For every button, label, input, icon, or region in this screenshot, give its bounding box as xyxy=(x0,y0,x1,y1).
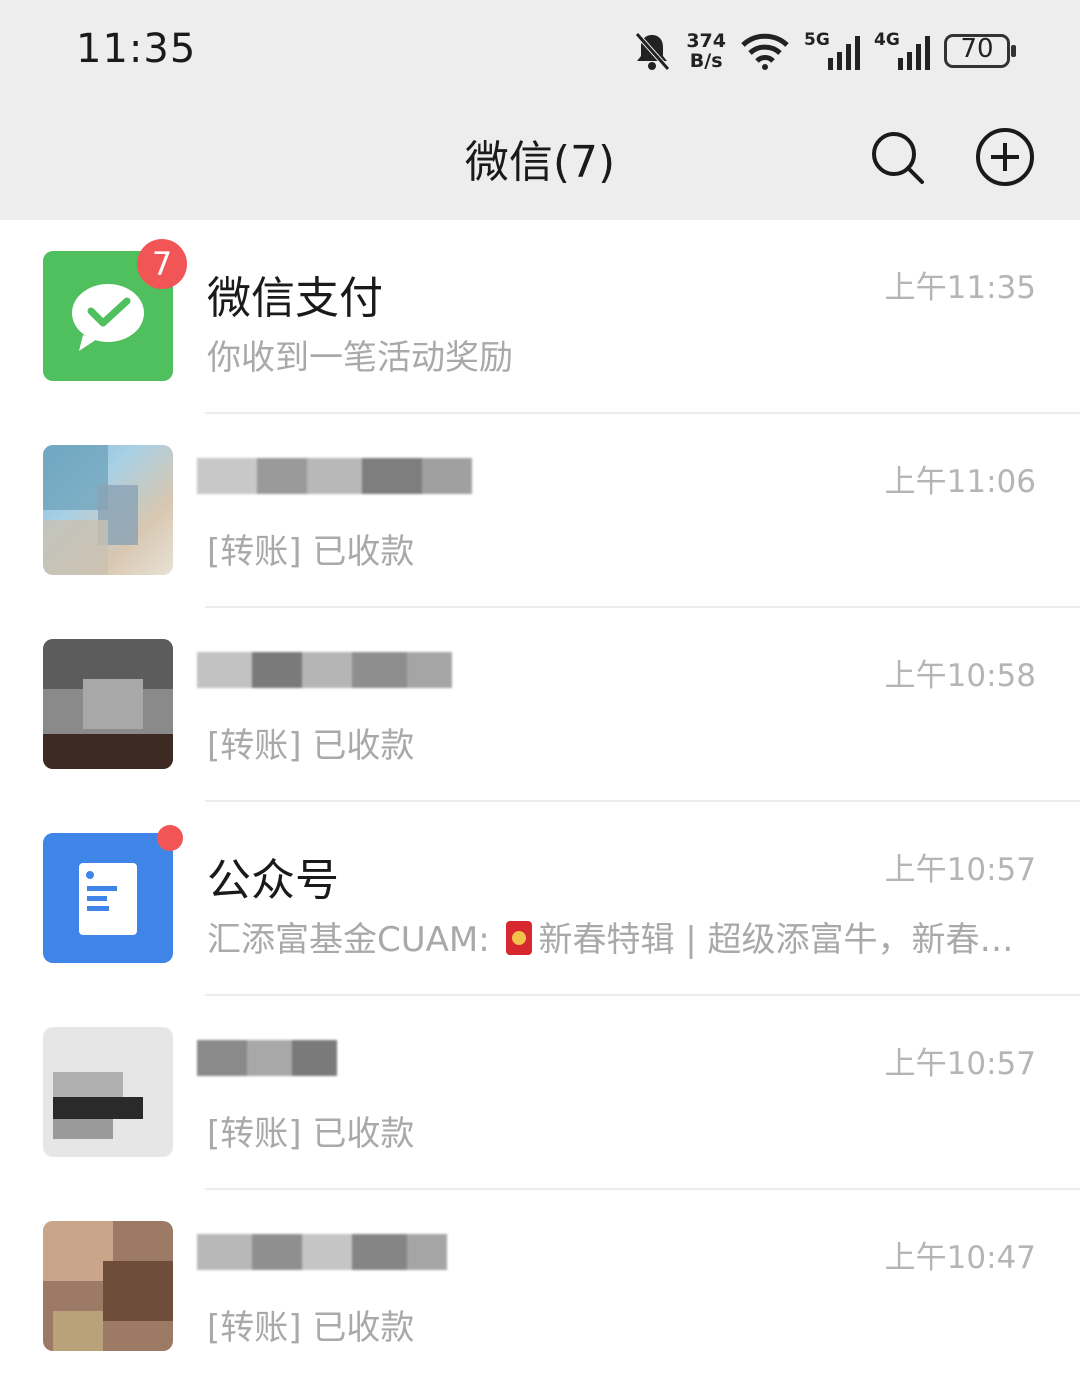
chat-name-redacted xyxy=(197,652,452,716)
chat-last-message: [转账] 已收款 xyxy=(207,726,415,766)
avatar xyxy=(43,639,173,769)
chat-time: 上午10:57 xyxy=(884,852,1036,888)
chat-name: 微信支付 xyxy=(207,273,383,324)
chat-last-message: [转账] 已收款 xyxy=(207,1308,415,1348)
chat-last-message: 你收到一笔活动奖励 xyxy=(207,338,513,378)
unread-count-badge: 7 xyxy=(137,239,187,289)
chat-time: 上午10:47 xyxy=(884,1240,1036,1276)
network-speed-value: 374 xyxy=(686,30,726,52)
chat-time: 上午11:35 xyxy=(884,270,1036,306)
chat-item-official-accounts[interactable]: 公众号 汇添富基金CUAM: 新春特辑 | 超级添富牛，新春… 上午10:57 xyxy=(0,802,1080,996)
official-accounts-avatar xyxy=(43,825,183,963)
chat-name: 公众号 xyxy=(207,855,339,906)
unread-dot-badge xyxy=(157,825,183,851)
header-bar: 微信(7) xyxy=(0,100,1080,220)
chat-time: 上午10:57 xyxy=(884,1046,1036,1082)
wechat-pay-avatar: 7 xyxy=(43,239,187,381)
red-packet-icon xyxy=(506,921,533,955)
chat-item[interactable]: [转账] 已收款 上午10:57 xyxy=(0,996,1080,1190)
network-speed-unit: B/s xyxy=(689,50,723,72)
chat-item[interactable]: [转账] 已收款 上午10:58 xyxy=(0,608,1080,802)
signal-4g-label: 4G xyxy=(874,30,900,50)
status-icons: 374 B/s 5G 4G 70 xyxy=(632,28,1016,74)
chat-last-message: 汇添富基金CUAM: 新春特辑 | 超级添富牛，新春… xyxy=(207,912,1017,961)
document-icon xyxy=(79,863,137,935)
search-icon[interactable] xyxy=(868,128,928,188)
signal-5g-label: 5G xyxy=(804,30,830,50)
avatar xyxy=(43,1221,173,1351)
chat-item[interactable]: [转账] 已收款 上午10:47 xyxy=(0,1190,1080,1384)
battery-level: 70 xyxy=(960,34,994,64)
message-text: 新春特辑 | 超级添富牛，新春… xyxy=(538,920,1014,960)
message-sender: 汇添富基金CUAM: xyxy=(207,920,501,960)
chat-time: 上午10:58 xyxy=(884,658,1036,694)
avatar xyxy=(43,1027,173,1157)
chat-last-message: [转账] 已收款 xyxy=(207,1114,415,1154)
signal-5g-icon: 5G xyxy=(804,30,860,72)
network-speed: 374 B/s xyxy=(686,31,726,71)
plus-circle-icon[interactable] xyxy=(974,126,1036,188)
chat-last-message: [转账] 已收款 xyxy=(207,532,415,572)
chat-item-wechat-pay[interactable]: 7 微信支付 你收到一笔活动奖励 上午11:35 xyxy=(0,220,1080,414)
chat-name-redacted xyxy=(197,1234,447,1298)
wifi-icon xyxy=(741,33,789,70)
status-bar: 11:35 374 B/s 5G 4G 70 xyxy=(0,0,1080,100)
chat-time: 上午11:06 xyxy=(884,464,1036,500)
chat-name-redacted xyxy=(197,458,472,522)
signal-4g-icon: 4G xyxy=(874,30,930,72)
status-time: 11:35 xyxy=(76,26,197,72)
chat-item[interactable]: [转账] 已收款 上午11:06 xyxy=(0,414,1080,608)
bell-muted-icon xyxy=(635,32,671,71)
battery-icon: 70 xyxy=(944,34,1016,68)
chat-name-redacted xyxy=(197,1040,337,1104)
avatar xyxy=(43,445,173,575)
chat-list: 7 微信支付 你收到一笔活动奖励 上午11:35 [转账] 已收款 上午11:0… xyxy=(0,220,1080,1384)
